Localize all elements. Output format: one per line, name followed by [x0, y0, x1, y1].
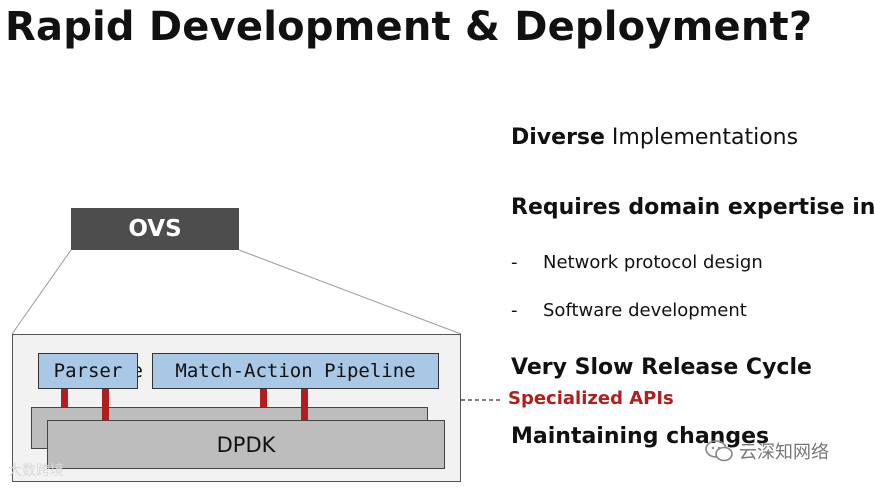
api-connector-bar [61, 389, 68, 407]
dpdk-box: DPDK [47, 420, 445, 469]
wechat-icon [705, 440, 733, 462]
ovs-box: OVS [71, 208, 239, 250]
watermark-right-text: 云深知网络 [739, 442, 829, 463]
bullet-software-dev: Software development [543, 300, 747, 321]
point-expertise: Requires domain expertise in: [511, 195, 874, 220]
point-diverse-bold: Diverse [511, 125, 605, 150]
parser-box: Parser [38, 353, 138, 389]
api-connector-bar [301, 389, 308, 421]
api-connector-bar [102, 389, 109, 421]
watermark-left: 大数跨境 [8, 463, 64, 479]
api-connector-bar [260, 389, 267, 407]
point-diverse-rest: Implementations [604, 125, 799, 150]
zoom-line-left [11, 249, 72, 335]
bullet-dash: - [511, 300, 518, 321]
bullet-dash: - [511, 252, 518, 273]
point-release-cycle: Very Slow Release Cycle [511, 355, 812, 380]
specialized-apis-label: Specialized APIs [508, 388, 674, 409]
point-diverse: Diverse Implementations [511, 125, 798, 150]
watermark-right: 云深知网络 [705, 438, 829, 464]
bullet-network-protocol: Network protocol design [543, 252, 763, 273]
match-action-pipeline-box: Match-Action Pipeline [152, 353, 439, 389]
zoom-line-right [238, 249, 462, 335]
